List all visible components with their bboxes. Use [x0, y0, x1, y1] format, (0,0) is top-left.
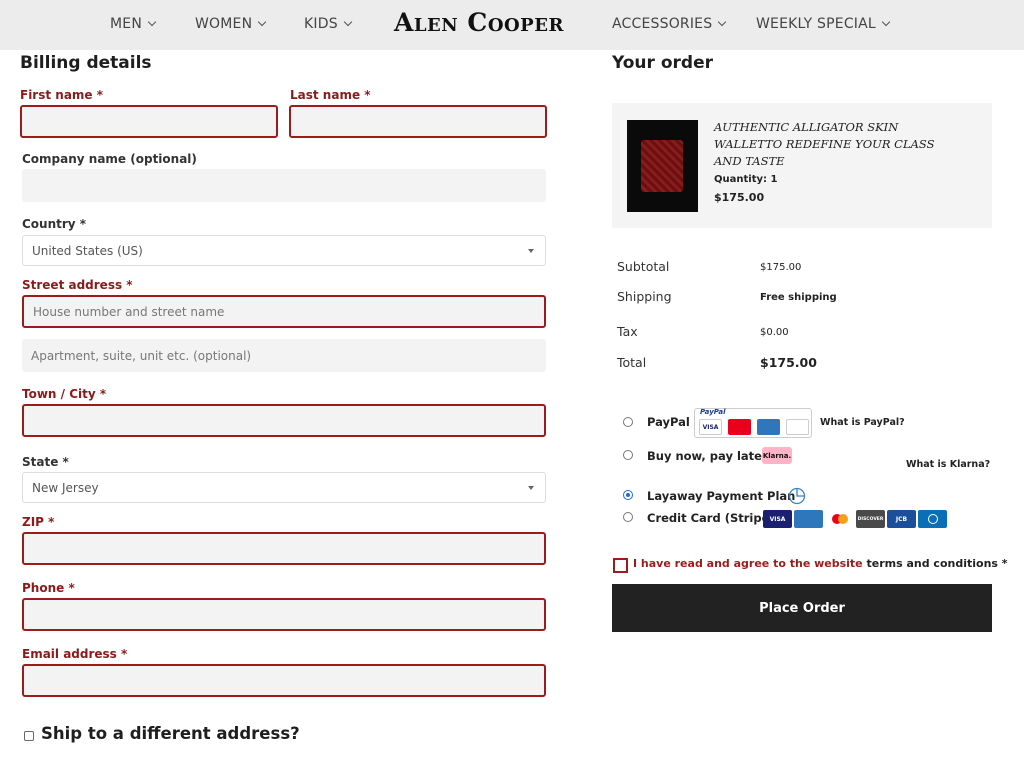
- phone-field[interactable]: [22, 598, 546, 631]
- terms-label[interactable]: I have read and agree to the website ter…: [633, 557, 1008, 570]
- amex-icon: [757, 419, 780, 435]
- klarna-logo: Klarna.: [762, 447, 792, 464]
- company-field[interactable]: [22, 169, 546, 202]
- apartment-field[interactable]: Apartment, suite, unit etc. (optional): [22, 339, 546, 372]
- street-label: Street address *: [22, 278, 133, 292]
- first-name-field[interactable]: [20, 105, 278, 138]
- chevron-down-icon: [147, 17, 157, 27]
- order-title: Your order: [612, 53, 713, 73]
- tax-value: $0.00: [760, 327, 789, 338]
- nav-item-women[interactable]: WOMEN: [195, 16, 267, 32]
- discover-icon: [786, 419, 809, 435]
- shipping-label: Shipping: [617, 289, 672, 304]
- nav-label: MEN: [110, 16, 142, 32]
- site-logo[interactable]: Alen Cooper: [394, 8, 564, 37]
- chevron-down-icon: [718, 17, 727, 27]
- nav-label: WOMEN: [195, 16, 253, 32]
- layaway-radio[interactable]: [623, 490, 633, 500]
- place-order-button[interactable]: Place Order: [612, 584, 992, 632]
- product-quantity: Quantity: 1: [714, 174, 778, 185]
- visa-icon: VISA: [699, 419, 722, 435]
- total-label: Total: [617, 355, 647, 370]
- ship-different-label[interactable]: Ship to a different address?: [41, 724, 300, 743]
- what-is-paypal-link[interactable]: What is PayPal?: [820, 417, 905, 428]
- mastercard-icon: [728, 419, 751, 435]
- amex-icon: [794, 510, 823, 528]
- nav-label: KIDS: [304, 16, 338, 32]
- total-value: $175.00: [760, 355, 817, 370]
- paypal-logo: PayPal: [700, 408, 726, 416]
- layaway-label[interactable]: Layaway Payment Plan: [647, 489, 795, 503]
- mastercard-circle-orange: [837, 514, 848, 524]
- layaway-icon: [788, 487, 806, 505]
- state-select[interactable]: New Jersey: [22, 472, 546, 503]
- city-label: Town / City *: [22, 387, 107, 401]
- chevron-down-icon: [343, 17, 353, 27]
- last-name-field[interactable]: [289, 105, 547, 138]
- order-item: Authentic Alligator Skin Walletto Redefi…: [612, 103, 992, 228]
- terms-text: I have read and agree to the website: [633, 557, 863, 570]
- paypal-radio[interactable]: [623, 417, 633, 427]
- top-nav: MEN WOMEN KIDS Alen Cooper ACCESSORIES W…: [0, 0, 1024, 50]
- paypal-logos: PayPal VISA: [694, 408, 812, 438]
- subtotal-label: Subtotal: [617, 259, 670, 274]
- klarna-label[interactable]: Buy now, pay later: [647, 449, 768, 463]
- required-asterisk: *: [1001, 557, 1008, 570]
- first-name-label: First name *: [20, 88, 104, 102]
- billing-title: Billing details: [20, 53, 152, 73]
- stripe-radio[interactable]: [623, 512, 633, 522]
- visa-icon: VISA: [763, 510, 792, 528]
- mastercard-icon: [825, 510, 854, 528]
- jcb-icon: JCB: [887, 510, 916, 528]
- nav-label: ACCESSORIES: [612, 16, 713, 32]
- diners-icon: [918, 510, 947, 528]
- state-label: State *: [22, 455, 69, 469]
- product-image: [627, 120, 698, 212]
- zip-label: ZIP *: [22, 515, 55, 529]
- terms-link[interactable]: terms and conditions: [866, 557, 997, 570]
- product-price: $175.00: [714, 191, 765, 204]
- nav-item-kids[interactable]: KIDS: [304, 16, 353, 32]
- what-is-klarna-link[interactable]: What is Klarna?: [906, 459, 990, 470]
- nav-label: WEEKLY SPECIAL: [756, 16, 876, 32]
- city-field[interactable]: [22, 404, 546, 437]
- wallet-graphic: [641, 140, 683, 192]
- company-label: Company name (optional): [22, 152, 197, 166]
- klarna-radio[interactable]: [623, 450, 633, 460]
- zip-field[interactable]: [22, 532, 546, 565]
- ship-different-checkbox[interactable]: [24, 731, 34, 741]
- subtotal-value: $175.00: [760, 262, 802, 273]
- diners-circle: [927, 514, 938, 524]
- street-field[interactable]: House number and street name: [22, 295, 546, 328]
- nav-item-men[interactable]: MEN: [110, 16, 157, 32]
- email-field[interactable]: [22, 664, 546, 697]
- shipping-value: Free shipping: [760, 292, 837, 303]
- tax-label: Tax: [617, 324, 638, 339]
- country-label: Country *: [22, 217, 87, 231]
- stripe-label[interactable]: Credit Card (Stripe): [647, 511, 775, 525]
- discover-icon: DISCOVER: [856, 510, 885, 528]
- terms-checkbox[interactable]: [613, 558, 628, 573]
- chevron-down-icon: [258, 17, 267, 27]
- paypal-label[interactable]: PayPal: [647, 415, 690, 429]
- phone-label: Phone *: [22, 581, 75, 595]
- last-name-label: Last name *: [290, 88, 371, 102]
- email-label: Email address *: [22, 647, 128, 661]
- nav-item-weekly-special[interactable]: WEEKLY SPECIAL: [756, 16, 891, 32]
- chevron-down-icon: [881, 17, 891, 27]
- product-title[interactable]: Authentic Alligator Skin Walletto Redefi…: [714, 119, 944, 170]
- country-select[interactable]: United States (US): [22, 235, 546, 266]
- nav-item-accessories[interactable]: ACCESSORIES: [612, 16, 727, 32]
